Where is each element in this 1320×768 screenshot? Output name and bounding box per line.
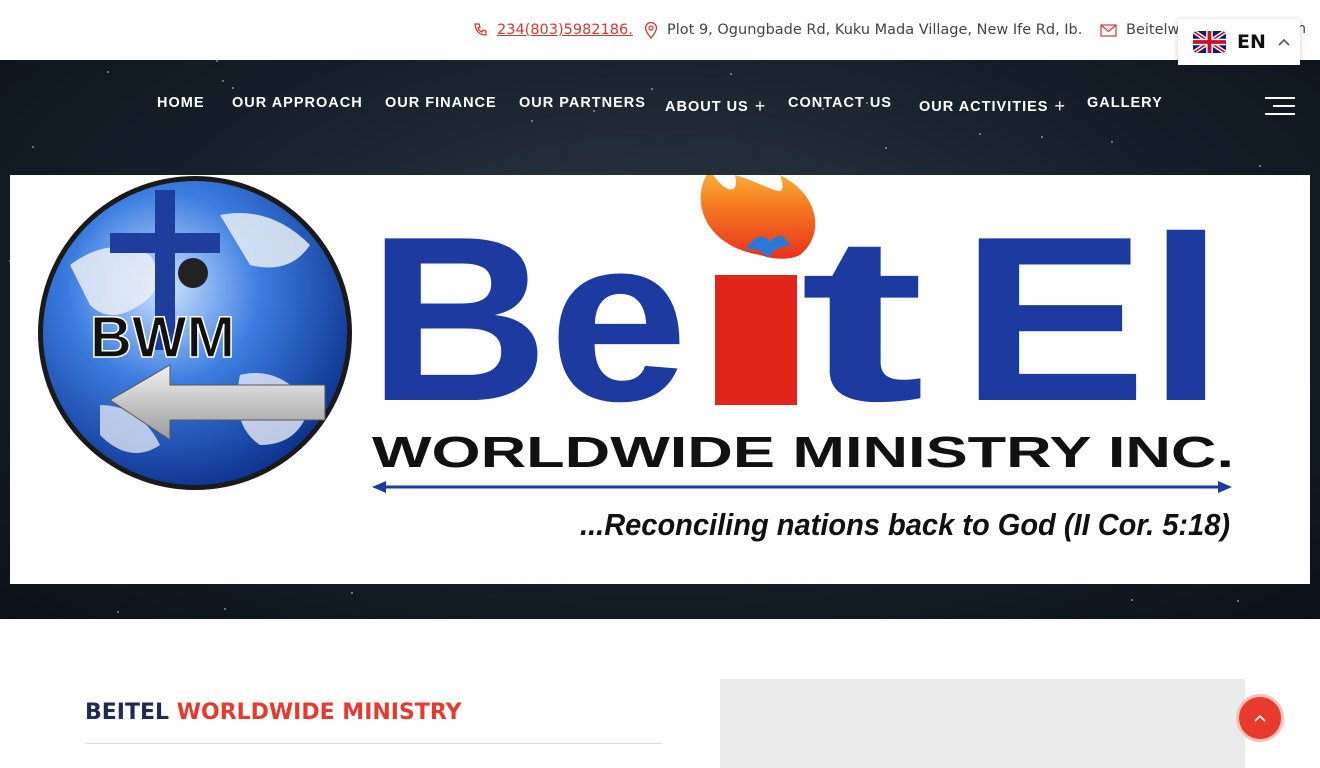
title-t: t bbox=[800, 187, 925, 450]
back-to-top-button[interactable] bbox=[1236, 694, 1284, 742]
address-text: Plot 9, Ogungbade Rd, Kuku Mada Village,… bbox=[667, 22, 1083, 38]
nav-our-activities[interactable]: OUR ACTIVITIES + bbox=[919, 95, 1066, 116]
expand-plus-icon: + bbox=[1054, 96, 1066, 116]
nav-contact-us[interactable]: CONTACT US bbox=[788, 95, 892, 111]
nav-our-finance[interactable]: OUR FINANCE bbox=[385, 95, 497, 111]
nav-our-approach-label: OUR APPROACH bbox=[232, 95, 363, 111]
background-star bbox=[1237, 600, 1239, 602]
banner-divider-arrow bbox=[372, 481, 1232, 493]
nav-about-us-label: ABOUT US bbox=[665, 99, 749, 115]
main-navigation: HOME OUR APPROACH OUR FINANCE OUR PARTNE… bbox=[0, 60, 1320, 150]
section-title: BEITEL WORLDWIDE MINISTRY bbox=[85, 700, 462, 725]
expand-plus-icon: + bbox=[754, 96, 767, 116]
globe-logo: BWM bbox=[38, 176, 352, 490]
phone-link[interactable]: 234(803)5982186. bbox=[497, 22, 633, 38]
language-code: EN bbox=[1237, 31, 1266, 53]
nav-our-finance-label: OUR FINANCE bbox=[385, 95, 497, 111]
section-title-plain: BEITEL bbox=[85, 700, 170, 725]
language-selector[interactable]: EN bbox=[1178, 19, 1300, 65]
logo-text: BWM bbox=[90, 305, 235, 370]
nav-about-us[interactable]: ABOUT US + bbox=[665, 95, 766, 116]
background-star bbox=[351, 592, 353, 594]
section-divider bbox=[85, 743, 662, 744]
background-star bbox=[117, 611, 119, 613]
banner-subtitle: WORLDWIDE MINISTRY INC. bbox=[372, 428, 1234, 477]
nav-gallery[interactable]: GALLERY bbox=[1087, 95, 1163, 111]
nav-our-approach[interactable]: OUR APPROACH bbox=[232, 95, 363, 111]
chevron-up-icon bbox=[1278, 38, 1290, 46]
background-star bbox=[1131, 599, 1133, 601]
nav-gallery-label: GALLERY bbox=[1087, 95, 1163, 111]
hero-banner: BWM Be t El WORLDWIDE MINISTRY INC. ...R… bbox=[10, 175, 1310, 584]
nav-our-activities-label: OUR ACTIVITIES bbox=[919, 99, 1049, 115]
nav-our-partners-label: OUR PARTNERS bbox=[519, 95, 646, 111]
nav-home[interactable]: HOME bbox=[157, 95, 205, 111]
title-b: Be bbox=[368, 187, 688, 450]
address-contact: Plot 9, Ogungbade Rd, Kuku Mada Village,… bbox=[644, 18, 1082, 42]
background-star bbox=[224, 608, 226, 610]
background-star bbox=[1259, 165, 1261, 167]
nav-contact-us-label: CONTACT US bbox=[788, 95, 892, 111]
phone-contact[interactable]: 234(803)5982186. bbox=[472, 18, 633, 42]
uk-flag-icon bbox=[1193, 31, 1226, 53]
banner-title: Be t El bbox=[368, 175, 1225, 450]
title-el: El bbox=[960, 187, 1225, 450]
media-placeholder bbox=[720, 679, 1245, 768]
nav-our-partners[interactable]: OUR PARTNERS bbox=[519, 95, 646, 111]
envelope-icon bbox=[1100, 23, 1117, 37]
phone-icon bbox=[474, 23, 487, 36]
chevron-up-icon bbox=[1254, 714, 1266, 722]
email-contact[interactable]: Beitelwo bbox=[1100, 18, 1188, 42]
map-pin-icon bbox=[644, 21, 658, 39]
section-title-accent: WORLDWIDE MINISTRY bbox=[176, 700, 462, 725]
nav-home-label: HOME bbox=[157, 95, 205, 111]
hamburger-menu-icon[interactable] bbox=[1265, 97, 1295, 115]
top-info-bar: 234(803)5982186. Plot 9, Ogungbade Rd, K… bbox=[0, 0, 1320, 60]
banner-tagline: ...Reconciling nations back to God (II C… bbox=[580, 507, 1230, 542]
